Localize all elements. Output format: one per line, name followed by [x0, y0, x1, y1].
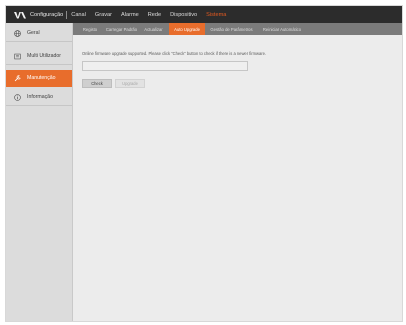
info-icon [13, 93, 21, 101]
upgrade-button[interactable]: Upgrade [115, 79, 145, 88]
tab-actualizar[interactable]: Actualizar [139, 23, 168, 35]
tab-bar: Registo Carregar Padrão Actualizar Auto … [73, 23, 402, 38]
check-button[interactable]: Check [82, 79, 112, 88]
tab-reiniciar-automatico[interactable]: Reiniciar Automático [257, 23, 307, 35]
auto-upgrade-panel: Online firmware upgrade supported. Pleas… [73, 35, 402, 321]
brand-logo-icon [14, 6, 26, 23]
menu-gravar[interactable]: Gravar [95, 12, 112, 18]
menu-alarme[interactable]: Alarme [121, 12, 139, 18]
info-text: Online firmware upgrade supported. Pleas… [82, 51, 267, 56]
tab-label: Auto Upgrade [174, 26, 200, 32]
tab-label: Carregar Padrão [105, 26, 138, 32]
menu-rede[interactable]: Rede [148, 12, 161, 18]
sidebar-item-label: Geral [27, 30, 40, 36]
tab-label: Reiniciar Automático [262, 26, 302, 32]
upgrade-button-label: Upgrade [122, 81, 138, 86]
sidebar: Geral Multi Utilizador Manutenção Inform… [6, 23, 73, 321]
sidebar-item-multi-utilizador[interactable]: Multi Utilizador [6, 48, 72, 65]
sidebar-item-label: Manutenção [27, 75, 56, 81]
menu-canal[interactable]: Canal [71, 12, 86, 18]
divider [66, 10, 68, 19]
users-icon [13, 52, 21, 60]
sidebar-item-label: Multi Utilizador [27, 53, 62, 59]
firmware-status-field[interactable] [82, 61, 248, 71]
check-button-label: Check [91, 81, 103, 86]
main-menu: Canal Gravar Alarme Rede Dispositivo Sis… [71, 12, 235, 18]
tab-carregar-padrao[interactable]: Carregar Padrão [104, 23, 139, 35]
sidebar-item-manutencao[interactable]: Manutenção [6, 70, 72, 87]
tab-label: Gestão de Parâmetros [210, 26, 253, 32]
menu-dispositivo[interactable]: Dispositivo [170, 12, 197, 18]
tab-auto-upgrade[interactable]: Auto Upgrade [169, 23, 205, 38]
wrench-icon [13, 74, 21, 82]
tab-label: Registo [82, 26, 98, 32]
sidebar-item-label: Informação [27, 94, 53, 100]
tab-gestao-de-parametros[interactable]: Gestão de Parâmetros [206, 23, 257, 35]
sidebar-item-geral[interactable]: Geral [6, 25, 72, 42]
app-title: Configuração [30, 11, 64, 18]
menu-sistema[interactable]: Sistema [206, 12, 226, 18]
globe-icon [13, 29, 21, 37]
tab-label: Actualizar [144, 26, 163, 32]
top-bar: Configuração Canal Gravar Alarme Rede Di… [6, 6, 402, 23]
sidebar-item-informacao[interactable]: Informação [6, 89, 72, 106]
tab-registo[interactable]: Registo [76, 23, 104, 35]
app-window: Configuração Canal Gravar Alarme Rede Di… [5, 5, 403, 322]
